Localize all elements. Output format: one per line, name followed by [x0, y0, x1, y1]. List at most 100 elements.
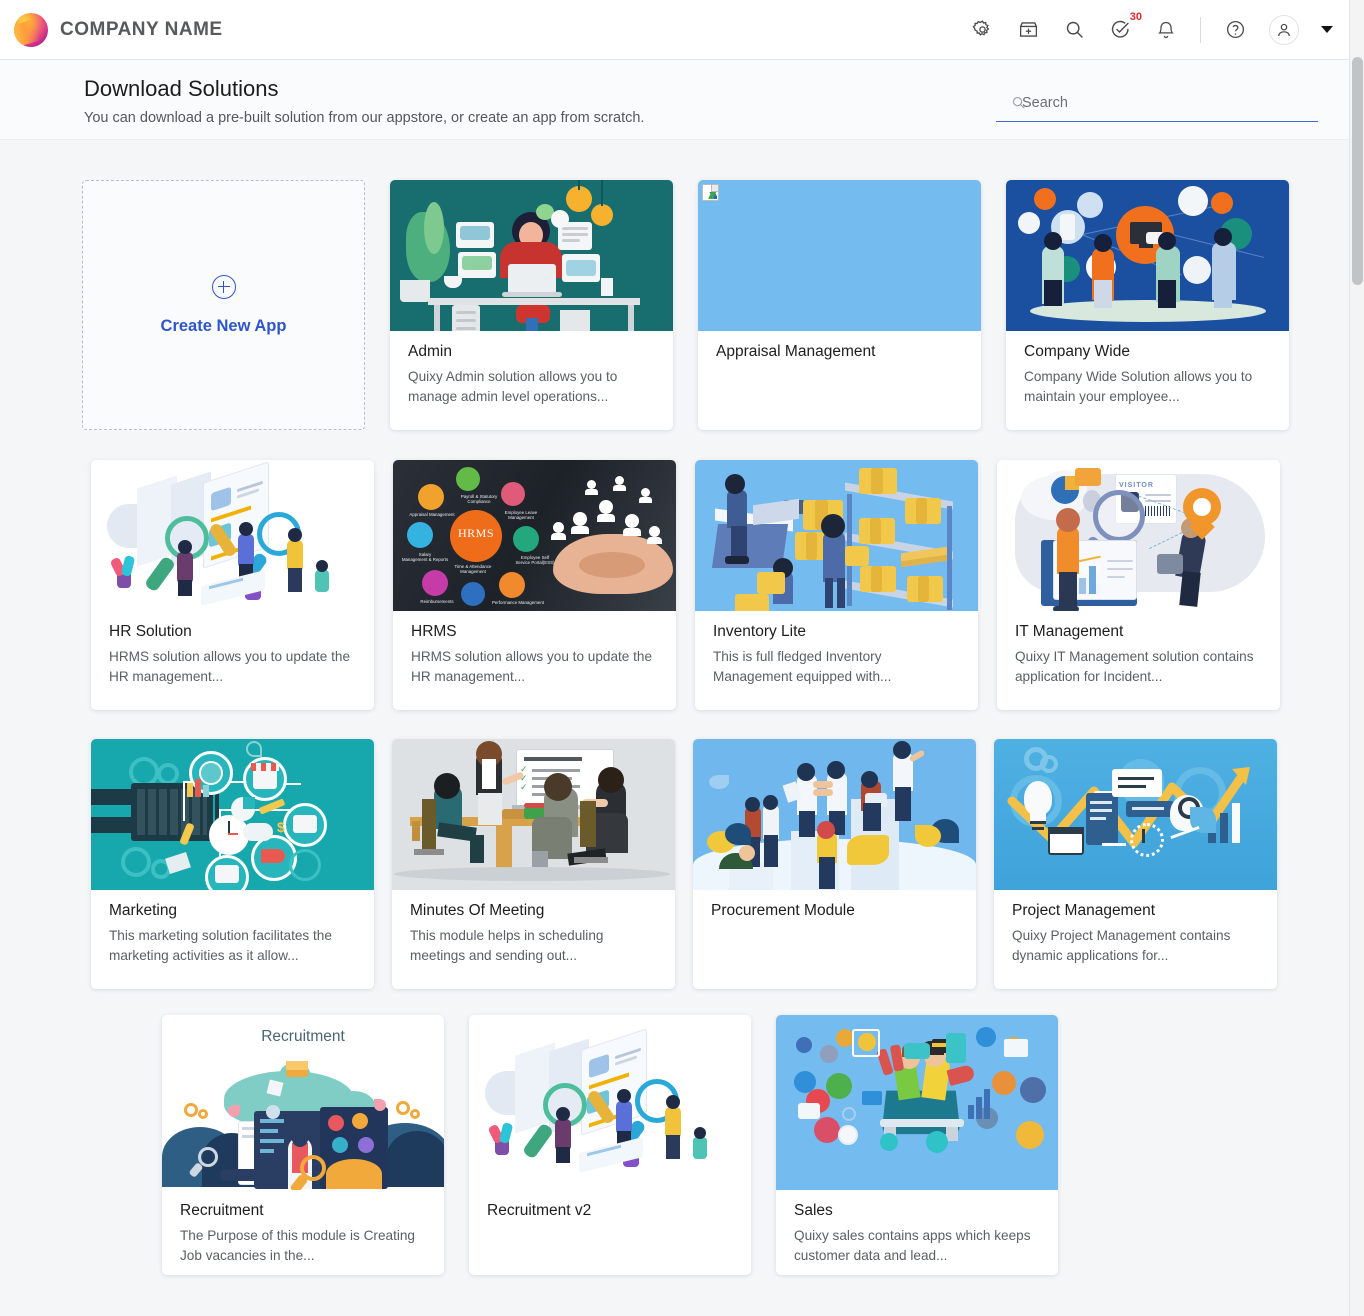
- solution-card-body: Admin Quixy Admin solution allows you to…: [390, 331, 673, 408]
- solution-title: Procurement Module: [711, 902, 855, 919]
- chevron-down-icon[interactable]: [1321, 26, 1333, 33]
- broken-image-icon: [702, 184, 719, 201]
- solution-card-body: Appraisal Management: [698, 331, 981, 361]
- solution-card[interactable]: Sales Quixy sales contains apps which ke…: [776, 1015, 1058, 1275]
- solution-title: Admin: [408, 343, 452, 360]
- top-bar-actions: 30: [970, 11, 1349, 45]
- solution-card-body: Minutes Of Meeting This module helps in …: [392, 890, 675, 967]
- solution-description: This marketing solution facilitates the …: [109, 928, 332, 964]
- solution-title: Sales: [794, 1202, 833, 1219]
- brand[interactable]: COMPANY NAME: [0, 12, 223, 47]
- solutions-row-1: Create New App Admin Quixy Admin solutio…: [0, 140, 1349, 430]
- solution-card-body: Recruitment The Purpose of this module i…: [162, 1190, 444, 1267]
- solution-title: Minutes Of Meeting: [410, 902, 545, 919]
- hrms-hands-illustration: HRMS Appraisal Management Payroll & Stat…: [393, 460, 676, 611]
- search-field[interactable]: [996, 84, 1318, 122]
- solution-title: Company Wide: [1024, 343, 1130, 360]
- solutions-row-3: $ Marketing This marketing solution faci…: [0, 710, 1349, 989]
- solution-title: Marketing: [109, 902, 178, 919]
- create-new-app-card[interactable]: Create New App: [82, 180, 365, 430]
- solution-card[interactable]: Admin Quixy Admin solution allows you to…: [390, 180, 673, 430]
- solution-title: IT Management: [1015, 623, 1124, 640]
- solution-card[interactable]: Appraisal Management: [698, 180, 981, 430]
- solution-card-body: Company Wide Company Wide Solution allow…: [1006, 331, 1289, 408]
- settings-gear-icon[interactable]: [970, 18, 994, 42]
- solution-card[interactable]: $ Marketing This marketing solution faci…: [91, 739, 374, 989]
- page-header: Download Solutions You can download a pr…: [0, 60, 1349, 140]
- solution-description: Quixy Admin solution allows you to manag…: [408, 369, 618, 405]
- toolbar-divider: [1200, 16, 1201, 43]
- notification-bell-icon[interactable]: [1154, 18, 1178, 42]
- solution-card[interactable]: HR Solution HRMS solution allows you to …: [91, 460, 374, 710]
- solution-card-body: Recruitment v2: [469, 1190, 751, 1220]
- solution-title: HR Solution: [109, 623, 192, 640]
- solution-description: HRMS solution allows you to update the H…: [411, 649, 653, 685]
- help-icon[interactable]: [1223, 18, 1247, 42]
- solution-card[interactable]: ✓ ✓ ✓ Minutes Of Meeting This module hel…: [392, 739, 675, 989]
- marketing-keyboard-illustration: $: [91, 739, 374, 890]
- solution-card[interactable]: Project Management Quixy Project Managem…: [994, 739, 1277, 989]
- solution-card-body: HR Solution HRMS solution allows you to …: [91, 611, 374, 688]
- solution-card-body: IT Management Quixy IT Management soluti…: [997, 611, 1280, 688]
- solution-card[interactable]: Inventory Lite This is full fledged Inve…: [695, 460, 978, 710]
- solution-title: Inventory Lite: [713, 623, 807, 640]
- solution-card[interactable]: Procurement Module: [693, 739, 976, 989]
- social-network-illustration: [1006, 180, 1289, 331]
- recruitment-illustration: Recruitment: [162, 1015, 444, 1190]
- solution-title: Recruitment: [180, 1202, 264, 1219]
- scrollbar-thumb[interactable]: [1352, 57, 1363, 285]
- app-store-icon[interactable]: [1016, 18, 1040, 42]
- tasks-badge-count: 30: [1129, 10, 1142, 23]
- admin-desk-illustration: [390, 180, 673, 331]
- sales-cart-illustration: [776, 1015, 1058, 1190]
- solution-description: The Purpose of this module is Creating J…: [180, 1228, 415, 1264]
- warehouse-illustration: [695, 460, 978, 611]
- solution-title: HRMS: [411, 623, 457, 640]
- search-input[interactable]: [1000, 93, 1314, 112]
- solution-card-body: HRMS HRMS solution allows you to update …: [393, 611, 676, 688]
- page-scrollbar[interactable]: [1349, 0, 1364, 1316]
- solution-description: Company Wide Solution allows you to main…: [1024, 369, 1253, 405]
- solution-card[interactable]: Company Wide Company Wide Solution allow…: [1006, 180, 1289, 430]
- page-subtitle: You can download a pre-built solution fr…: [84, 110, 645, 126]
- solutions-row-4: Recruitment Recruitment The Purpose of t…: [0, 989, 1349, 1275]
- plus-circle-icon: [211, 274, 236, 299]
- solution-title: Appraisal Management: [716, 343, 876, 360]
- solution-card[interactable]: Recruitment Recruitment The Purpose of t…: [162, 1015, 444, 1275]
- solution-description: This is full fledged Inventory Managemen…: [713, 649, 892, 685]
- search-icon[interactable]: [1062, 18, 1086, 42]
- solution-card[interactable]: VISITOR IT Management Quixy IT Managemen…: [997, 460, 1280, 710]
- resume-review-illustration: [469, 1015, 751, 1190]
- solution-card-body: Procurement Module: [693, 890, 976, 920]
- solution-card-body: Inventory Lite This is full fledged Inve…: [695, 611, 978, 688]
- podium-people-illustration: [693, 739, 976, 890]
- solution-description: Quixy sales contains apps which keeps cu…: [794, 1228, 1031, 1264]
- solutions-row-2: HR Solution HRMS solution allows you to …: [0, 430, 1349, 710]
- recruitment-thumb-title: Recruitment: [261, 1028, 345, 1045]
- broken-image-placeholder: [698, 180, 981, 331]
- zigzag-arrow-illustration: [994, 739, 1277, 890]
- solution-card-body: Marketing This marketing solution facili…: [91, 890, 374, 967]
- brand-name: COMPANY NAME: [60, 18, 223, 40]
- solution-title: Recruitment v2: [487, 1202, 592, 1219]
- solution-card[interactable]: Recruitment v2: [469, 1015, 751, 1275]
- solution-card-body: Project Management Quixy Project Managem…: [994, 890, 1277, 967]
- tasks-check-icon[interactable]: 30: [1108, 11, 1142, 42]
- solution-title: Project Management: [1012, 902, 1156, 919]
- page-title: Download Solutions: [84, 76, 279, 101]
- solution-description: Quixy Project Management contains dynami…: [1012, 928, 1231, 964]
- user-avatar-icon[interactable]: [1269, 14, 1299, 45]
- search-icon: [1011, 95, 1026, 115]
- solution-description: Quixy IT Management solution contains ap…: [1015, 649, 1254, 685]
- create-new-app-label: Create New App: [160, 316, 287, 335]
- it-visitor-badge-illustration: VISITOR: [997, 460, 1280, 611]
- solutions-grid: Create New App Admin Quixy Admin solutio…: [0, 140, 1349, 1316]
- company-sphere-logo-icon: [14, 12, 48, 47]
- top-navigation-bar: COMPANY NAME 30: [0, 0, 1349, 60]
- solution-description: This module helps in scheduling meetings…: [410, 928, 604, 964]
- solution-card[interactable]: HRMS Appraisal Management Payroll & Stat…: [393, 460, 676, 710]
- solution-description: HRMS solution allows you to update the H…: [109, 649, 351, 685]
- resume-review-illustration: [91, 460, 374, 611]
- solution-card-body: Sales Quixy sales contains apps which ke…: [776, 1190, 1058, 1267]
- meeting-room-illustration: ✓ ✓ ✓: [392, 739, 675, 890]
